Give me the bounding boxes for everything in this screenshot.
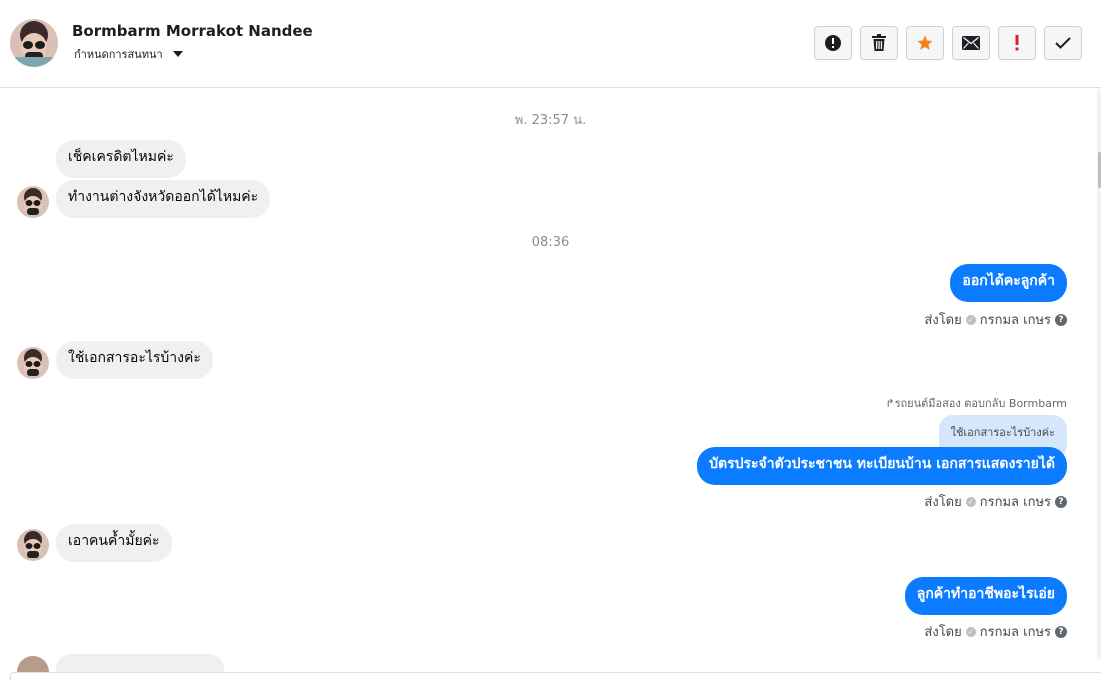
- sent-by-info: ส่งโดย ✓ กรกมล เกษร ?: [924, 621, 1067, 642]
- sent-check-icon: ✓: [965, 314, 976, 325]
- check-icon: [1055, 37, 1071, 49]
- sent-check-icon: ✓: [965, 496, 976, 507]
- sender-name: กรกมล เกษร: [979, 313, 1051, 328]
- help-icon[interactable]: ?: [1055, 313, 1067, 326]
- sender-name: กรกมล เกษร: [979, 625, 1051, 640]
- incoming-message[interactable]: ทำงานต่างจังหวัดออกได้ไหมค่ะ: [56, 180, 271, 218]
- messenger-window: Bormbarm Morrakot Nandee กำหนดการสนทนา พ…: [0, 0, 1101, 681]
- message-composer[interactable]: [10, 672, 1101, 681]
- delete-button[interactable]: [860, 26, 898, 60]
- mark-unread-button[interactable]: [952, 26, 990, 60]
- help-icon[interactable]: ?: [1055, 625, 1067, 638]
- conversation-label-dropdown[interactable]: กำหนดการสนทนา: [74, 45, 183, 63]
- incoming-message[interactable]: เอาคนค้ำมั้ยค่ะ: [56, 524, 172, 562]
- spam-button[interactable]: [814, 26, 852, 60]
- sent-check-icon: ✓: [965, 626, 976, 637]
- important-button[interactable]: [998, 26, 1036, 60]
- conversation-header: Bormbarm Morrakot Nandee กำหนดการสนทนา: [0, 0, 1101, 88]
- contact-name: Bormbarm Morrakot Nandee: [72, 22, 313, 40]
- star-button[interactable]: [906, 26, 944, 60]
- conversation-label-text: กำหนดการสนทนา: [74, 48, 163, 61]
- contact-avatar-small[interactable]: [17, 347, 49, 379]
- sent-by-label: ส่งโดย: [924, 625, 962, 640]
- timestamp: พ. 23:57 น.: [514, 113, 587, 128]
- contact-avatar[interactable]: [10, 19, 58, 67]
- sent-by-info: ส่งโดย ✓ กรกมล เกษร ?: [924, 491, 1067, 512]
- exclamation-icon: [1015, 35, 1019, 51]
- contact-avatar-small[interactable]: [17, 529, 49, 561]
- sent-by-label: ส่งโดย: [924, 313, 962, 328]
- sent-by-info: ส่งโดย ✓ กรกมล เกษร ?: [924, 309, 1067, 330]
- timestamp: 08:36: [531, 235, 570, 250]
- reply-meta-text: รถยนต์มือสอง ตอบกลับ Bormbarm: [894, 397, 1067, 410]
- reply-arrow-icon: ↱: [885, 397, 895, 410]
- help-icon[interactable]: ?: [1055, 495, 1067, 508]
- outgoing-message[interactable]: ลูกค้าทำอาชีพอะไรเอ่ย: [904, 577, 1067, 615]
- alert-circle-icon: [825, 35, 841, 51]
- sender-name: กรกมล เกษร: [979, 495, 1051, 510]
- trash-icon: [872, 34, 886, 51]
- incoming-message[interactable]: เช็คเครดิตไหมค่ะ: [56, 140, 186, 178]
- star-icon: [917, 35, 933, 50]
- reply-meta: ↱รถยนต์มือสอง ตอบกลับ Bormbarm: [885, 394, 1067, 412]
- contact-avatar-small[interactable]: [17, 186, 49, 218]
- caret-down-icon: [172, 51, 183, 57]
- sent-by-label: ส่งโดย: [924, 495, 962, 510]
- incoming-message[interactable]: ใช้เอกสารอะไรบ้างค่ะ: [56, 341, 213, 379]
- outgoing-message[interactable]: ออกได้คะลูกค้า: [950, 264, 1067, 302]
- outgoing-message[interactable]: บัตรประจำตัวประชาชน ทะเบียนบ้าน เอกสารแส…: [697, 447, 1067, 485]
- envelope-icon: [962, 36, 980, 50]
- conversation-actions: [814, 26, 1082, 60]
- done-button[interactable]: [1044, 26, 1082, 60]
